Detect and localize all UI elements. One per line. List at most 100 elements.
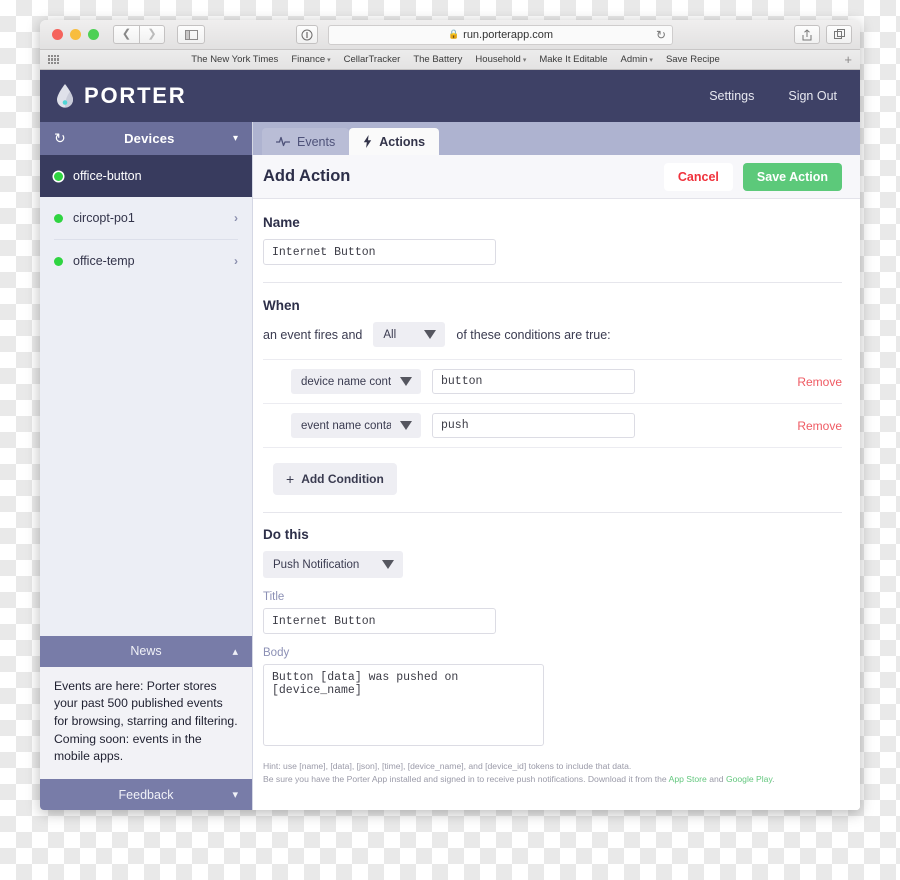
bookmark-item[interactable]: Finance ▾ [291, 54, 330, 65]
feedback-panel-header[interactable]: Feedback ▾ [40, 779, 252, 810]
refresh-icon[interactable]: ↻ [54, 130, 66, 147]
divider [263, 512, 842, 513]
status-dot-icon [54, 213, 63, 223]
hint-line-2-pre: Be sure you have the Porter App installe… [263, 774, 669, 785]
sidebar-toggle-icon [184, 29, 198, 40]
sidebar-item-circopt-po1[interactable]: circopt-po1 › [40, 197, 252, 239]
share-button[interactable] [794, 25, 820, 44]
name-section-label: Name [263, 215, 300, 230]
sidebar-devices-header[interactable]: ↻ Devices ▾ [40, 122, 252, 155]
chevron-down-icon[interactable]: ▾ [232, 788, 238, 801]
sign-out-link[interactable]: Sign Out [788, 89, 837, 103]
droplet-logo-icon [57, 84, 73, 108]
lightning-bolt-icon [363, 135, 372, 148]
forward-button[interactable]: ❯ [139, 25, 165, 44]
device-name: office-button [73, 169, 142, 183]
brand[interactable]: PORTER [55, 83, 186, 109]
condition-value-input[interactable] [432, 413, 635, 438]
action-type-select-wrap: Push Notification [263, 551, 403, 578]
bookmarks-bar: The New York Times Finance ▾ CellarTracke… [40, 50, 860, 70]
new-tab-icon [833, 29, 845, 39]
app-body: ↻ Devices ▾ office-button circopt-po1 › … [40, 122, 860, 810]
hint-line-2: Be sure you have the Porter App installe… [263, 773, 842, 786]
minimize-window-button[interactable] [70, 29, 81, 40]
tab-actions[interactable]: Actions [349, 128, 440, 155]
condition-type-select[interactable]: event name contains [291, 413, 421, 438]
hint-line-1: Hint: use [name], [data], [json], [time]… [263, 761, 632, 771]
remove-condition-link[interactable]: Remove [797, 375, 842, 389]
app-header: PORTER Settings Sign Out [40, 70, 860, 122]
match-type-select[interactable]: All [373, 322, 446, 347]
brand-name: PORTER [84, 83, 187, 108]
do-section-label: Do this [263, 527, 309, 542]
page-title: Add Action [263, 167, 351, 185]
app-header-nav: Settings Sign Out [709, 89, 837, 103]
divider [263, 282, 842, 283]
add-condition-button[interactable]: + Add Condition [273, 463, 397, 495]
chevron-down-icon: ▾ [649, 57, 653, 64]
main-content: Events Actions Add Action Cancel Save Ac… [253, 122, 860, 810]
device-name: circopt-po1 [73, 211, 135, 225]
tab-events[interactable]: Events [262, 128, 350, 155]
chevron-down-icon: ▾ [327, 57, 331, 64]
show-all-bookmarks-icon[interactable] [48, 55, 59, 64]
back-button[interactable]: ❮ [113, 25, 139, 44]
hint-line-2-mid: and [706, 774, 726, 785]
action-type-select[interactable]: Push Notification [263, 551, 403, 578]
when-condition-line: an event fires and All of these conditio… [263, 322, 842, 347]
bookmark-item[interactable]: Save Recipe [666, 54, 720, 65]
chevron-down-icon[interactable]: ▾ [233, 133, 238, 144]
reader-view-button[interactable] [296, 25, 318, 44]
porter-app: PORTER Settings Sign Out ↻ Devices ▾ off… [40, 70, 860, 810]
when-prefix-text: an event fires and [263, 327, 363, 342]
header-actions: Cancel Save Action [663, 162, 842, 191]
bookmark-item[interactable]: Admin ▾ [620, 54, 652, 65]
bookmark-item[interactable]: Make It Editable [539, 54, 607, 65]
bookmark-item[interactable]: Household ▾ [475, 54, 526, 65]
bookmark-item[interactable]: CellarTracker [344, 54, 401, 65]
add-bookmark-icon[interactable]: + [844, 53, 852, 66]
notification-title-input[interactable] [263, 608, 496, 634]
cancel-button[interactable]: Cancel [663, 162, 733, 191]
browser-nav-buttons: ❮ ❯ [113, 25, 165, 44]
hint-line-2-end: . [772, 774, 775, 785]
sidebar: ↻ Devices ▾ office-button circopt-po1 › … [40, 122, 253, 810]
app-store-link[interactable]: App Store [669, 774, 707, 784]
news-panel-header[interactable]: News ▴ [40, 635, 252, 667]
share-icon [802, 28, 812, 40]
title-field-label: Title [263, 591, 285, 603]
maximize-window-button[interactable] [88, 29, 99, 40]
window-traffic-lights [52, 29, 99, 40]
address-bar[interactable]: 🔒 run.porterapp.com ↻ [328, 24, 673, 45]
save-action-button[interactable]: Save Action [742, 162, 842, 191]
condition-type-select-wrap: event name contains [291, 413, 421, 438]
remove-condition-link[interactable]: Remove [797, 419, 842, 433]
content-header: Add Action Cancel Save Action [253, 155, 860, 199]
action-name-input[interactable] [263, 239, 496, 265]
status-dot-icon [54, 171, 63, 181]
browser-titlebar: ❮ ❯ 🔒 run.porterapp.com ↻ [40, 20, 860, 50]
condition-type-select[interactable]: device name contains [291, 369, 421, 394]
tab-bar: Events Actions [253, 122, 860, 155]
sidebar-item-office-temp[interactable]: office-temp › [40, 240, 252, 282]
match-type-select-wrap: All [373, 322, 446, 347]
reload-icon[interactable]: ↻ [656, 28, 666, 42]
hint-text: Hint: use [name], [data], [json], [time]… [263, 760, 842, 787]
close-window-button[interactable] [52, 29, 63, 40]
bookmark-items: The New York Times Finance ▾ CellarTracke… [191, 54, 720, 65]
condition-value-input[interactable] [432, 369, 635, 394]
body-field-label: Body [263, 647, 290, 659]
notification-body-textarea[interactable]: Button [data] was pushed on [device_name… [263, 664, 544, 746]
news-panel-title: News [130, 644, 162, 659]
bookmark-item[interactable]: The Battery [413, 54, 462, 65]
google-play-link[interactable]: Google Play [726, 774, 772, 784]
chevron-up-icon[interactable]: ▴ [232, 645, 238, 658]
sidebar-devices-title: Devices [124, 131, 175, 146]
sidebar-toggle-button[interactable] [177, 25, 205, 44]
bookmark-item[interactable]: The New York Times [191, 54, 278, 65]
sidebar-item-office-button[interactable]: office-button [40, 155, 252, 197]
settings-link[interactable]: Settings [709, 89, 754, 103]
new-tab-button[interactable] [826, 25, 852, 44]
condition-row: event name contains Remove [263, 403, 842, 448]
add-action-form: Name When an event fires and All o [253, 199, 860, 810]
